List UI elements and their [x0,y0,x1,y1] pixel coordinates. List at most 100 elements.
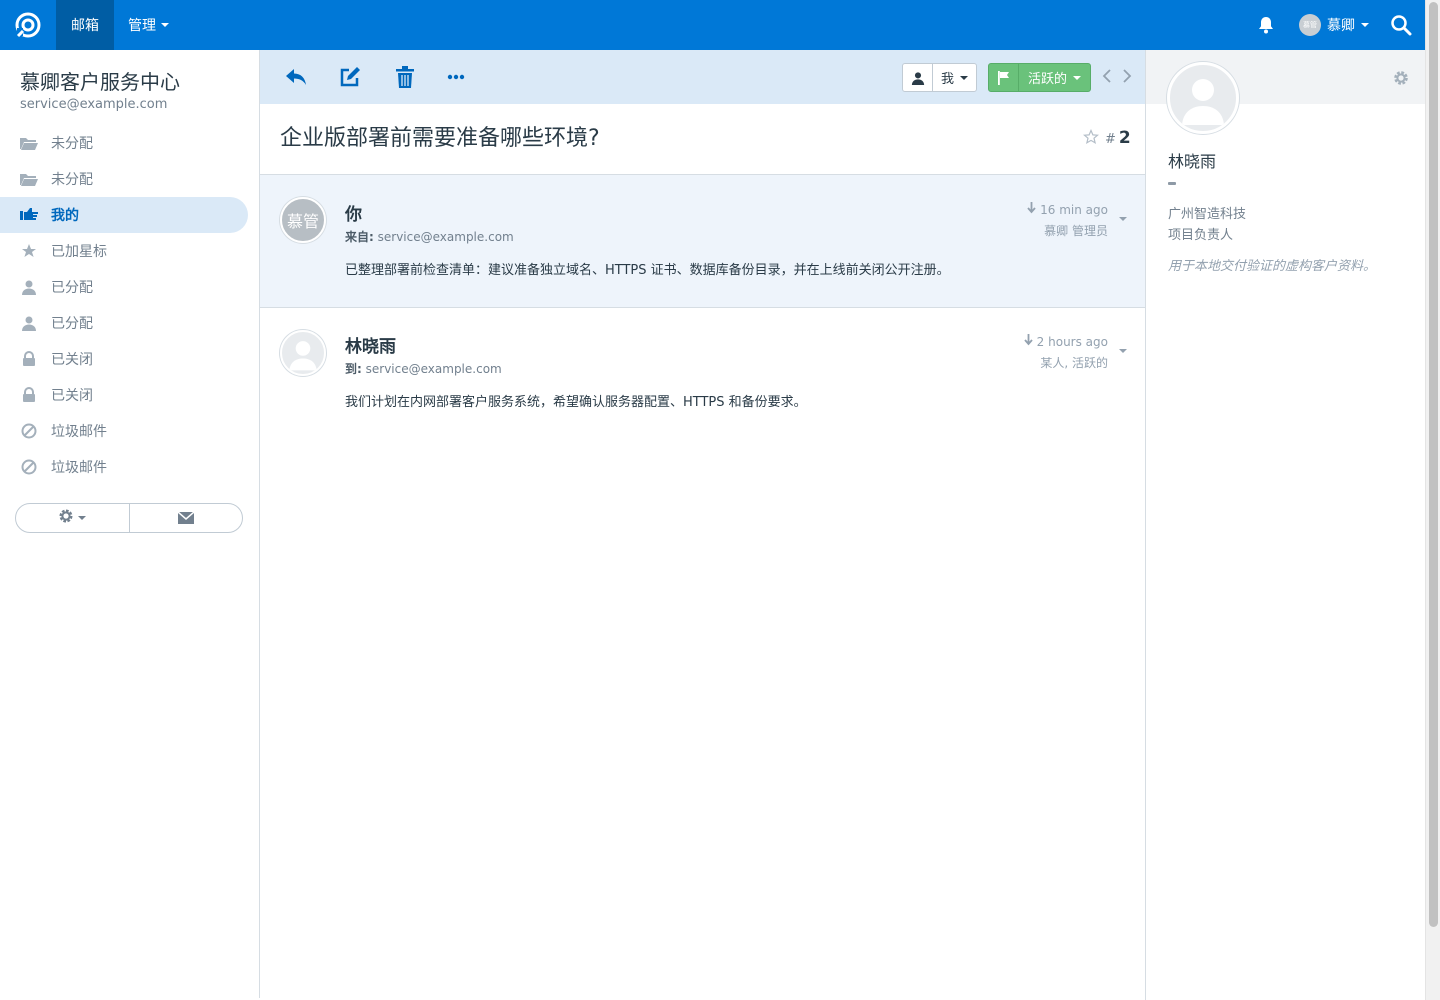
meta-value: service@example.com [377,230,514,244]
thread-meta: 来自: service@example.com [345,228,514,245]
gear-icon [58,508,74,528]
chevron-down-icon [1119,349,1127,353]
sidebar-item-closed[interactable]: 已关闭 [0,341,248,377]
sidebar-item-spam[interactable]: 垃圾邮件 [0,449,248,485]
bell-icon[interactable] [1256,15,1276,35]
thread-author: 你 [345,205,362,225]
nav-manage-menu[interactable]: 管理 [114,0,183,50]
meta-value: service@example.com [365,362,502,376]
lock-icon [19,386,39,404]
sidebar: 慕卿客户服务中心 service@example.com 未分配 未分配 我的 … [0,50,259,1000]
thread-menu-button[interactable] [1119,338,1127,357]
sidebar-item-label: 已加星标 [51,244,107,260]
folder-open-icon [19,134,39,152]
user-icon [19,278,39,296]
hand-pointing-icon [19,206,39,224]
mailbox-name[interactable]: 慕卿客户服务中心 [20,66,180,95]
nav-manage-label: 管理 [128,18,156,34]
scrollbar-thumb[interactable] [1429,2,1438,927]
top-navbar: 邮箱 管理 慕管 慕卿 [0,0,1425,50]
conversation-number: #2 [1105,128,1131,148]
flag-icon [989,64,1019,91]
thread-body: 我们计划在内网部署客户服务系统，希望确认服务器配置、HTTPS 和备份要求。 [345,395,807,410]
sidebar-item-label: 垃圾邮件 [51,460,107,476]
sidebar-item-label: 已关闭 [51,352,93,368]
avatar: 慕管 [280,197,326,243]
thread-body: 已整理部署前检查清单：建议准备独立域名、HTTPS 证书、数据库备份目录，并在上… [345,263,950,278]
thread-customer: 林晓雨 到: service@example.com 2 hours ago 某… [260,308,1145,428]
sidebar-item-label: 已分配 [51,316,93,332]
sidebar-item-assigned[interactable]: 已分配 [0,269,248,305]
conversation-panel: 我 活跃的 企业版部署前需要准备哪些环境? #2 慕管 你 来自: servic… [259,50,1145,998]
sidebar-item-unassigned[interactable]: 未分配 [0,125,248,161]
customer-profile-panel: 林晓雨 广州智造科技 项目负责人 用于本地交付验证的虚构客户资料。 [1145,50,1425,1000]
meta-label: 到: [345,362,362,376]
user-name: 慕卿 [1327,18,1355,34]
sidebar-item-label: 我的 [51,208,79,224]
ban-icon [19,422,39,440]
sidebar-item-label: 未分配 [51,136,93,152]
status-dropdown[interactable]: 活跃的 [988,63,1091,92]
avatar [280,330,326,376]
thread-time-label: 2 hours ago [1036,334,1108,349]
status-label: 活跃的 [1027,72,1067,87]
sidebar-item-unassigned[interactable]: 未分配 [0,161,248,197]
number-value: 2 [1118,128,1131,148]
gear-icon[interactable] [1393,70,1409,86]
number-prefix: # [1105,132,1116,147]
arrow-down-icon [1023,334,1033,349]
avatar[interactable] [1167,62,1239,134]
avatar: 慕管 [1299,14,1321,36]
sidebar-item-label: 已关闭 [51,388,93,404]
customer-note: 用于本地交付验证的虚构客户资料。 [1168,259,1377,274]
folder-open-icon [19,170,39,188]
page-scrollbar[interactable] [1425,0,1440,1000]
user-icon [903,64,933,91]
chevron-left-icon[interactable] [1099,67,1113,85]
sidebar-item-spam[interactable]: 垃圾邮件 [0,413,248,449]
sidebar-item-mine[interactable]: 我的 [0,197,248,233]
sidebar-item-starred[interactable]: 已加星标 [0,233,248,269]
assignee-dropdown[interactable]: 我 [902,63,977,92]
reply-icon[interactable] [284,65,308,89]
mailbox-email: service@example.com [20,97,168,112]
helpdesk-logo-icon[interactable] [0,0,56,50]
envelope-icon [177,509,195,528]
lock-icon [19,350,39,368]
chevron-down-icon [78,516,87,520]
thread-time[interactable]: 2 hours ago [1023,334,1108,349]
assignee-label: 我 [940,72,954,87]
customer-company: 广州智造科技 [1168,207,1247,222]
search-icon[interactable] [1390,14,1412,36]
nav-mailbox[interactable]: 邮箱 [56,0,114,50]
mailbox-settings-button[interactable] [16,504,129,532]
thread-sub: 某人, 活跃的 [1040,356,1108,370]
star-icon [19,242,39,260]
sidebar-item-closed[interactable]: 已关闭 [0,377,248,413]
thread-sub: 慕卿 管理员 [1044,224,1108,238]
conversation-toolbar: 我 活跃的 [260,50,1145,104]
thread-author[interactable]: 林晓雨 [345,332,396,357]
sidebar-item-assigned[interactable]: 已分配 [0,305,248,341]
more-options-icon[interactable] [444,65,468,89]
trash-icon[interactable] [393,65,417,89]
sidebar-item-label: 垃圾邮件 [51,424,107,440]
chevron-down-icon [1073,75,1081,80]
new-conversation-button[interactable] [128,504,243,532]
edit-note-icon[interactable] [338,65,362,89]
customer-name[interactable]: 林晓雨 [1168,148,1216,172]
thread-time[interactable]: 16 min ago [1027,202,1108,217]
chevron-right-icon[interactable] [1120,67,1134,85]
thread-menu-button[interactable] [1119,206,1127,225]
thread-meta: 到: service@example.com [345,360,502,377]
star-icon[interactable] [1082,128,1100,145]
divider [1168,182,1176,185]
chevron-down-icon [1361,23,1369,27]
user-menu[interactable]: 慕管 慕卿 [1299,0,1369,50]
chevron-down-icon [1119,217,1127,221]
meta-label: 来自: [345,230,374,244]
conversation-subject[interactable]: 企业版部署前需要准备哪些环境? [280,120,600,152]
arrow-down-icon [1027,202,1036,217]
thread-note: 慕管 你 来自: service@example.com 16 min ago … [260,175,1145,308]
user-icon [19,314,39,332]
